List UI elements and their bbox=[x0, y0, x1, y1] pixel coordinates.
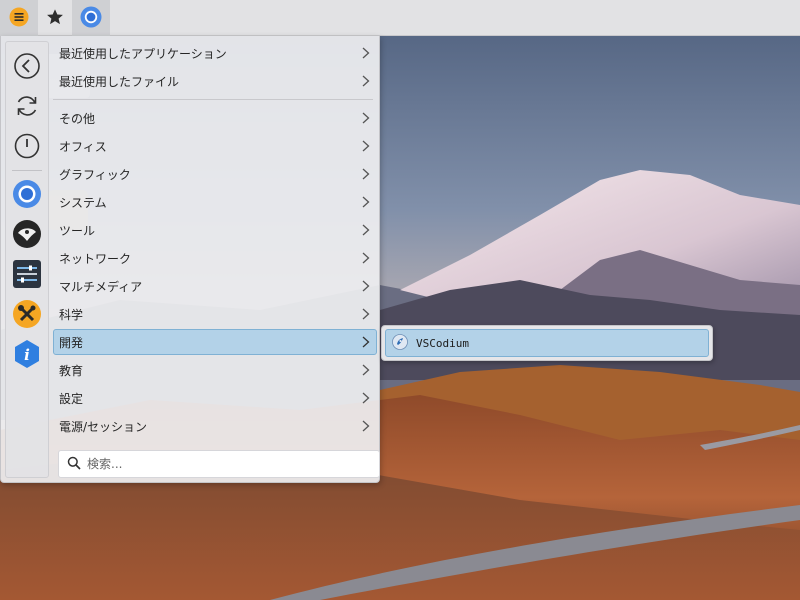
chromium-icon bbox=[80, 6, 102, 31]
menu-item-recent-apps[interactable]: 最近使用したアプリケーション bbox=[53, 40, 377, 66]
chevron-right-icon bbox=[356, 304, 376, 324]
menu-item-label: ネットワーク bbox=[59, 251, 132, 266]
menu-item-label: 科学 bbox=[59, 307, 84, 322]
chevron-right-icon bbox=[356, 43, 376, 63]
menu-item-label: システム bbox=[59, 195, 107, 210]
back-button[interactable] bbox=[12, 52, 42, 82]
menu-item-science[interactable]: 科学 bbox=[53, 301, 377, 327]
menu-divider bbox=[53, 99, 373, 100]
favorite-tools[interactable] bbox=[12, 299, 42, 332]
menu-item-network[interactable]: ネットワーク bbox=[53, 245, 377, 271]
menu-item-label: 電源/セッション bbox=[59, 419, 148, 434]
back-arrow-icon bbox=[13, 52, 41, 83]
menu-item-tools[interactable]: ツール bbox=[53, 217, 377, 243]
menu-item-education[interactable]: 教育 bbox=[53, 357, 377, 383]
menu-item-label: 教育 bbox=[59, 363, 84, 378]
menu-item-label: 最近使用したファイル bbox=[59, 74, 180, 89]
favorites-sidebar: i bbox=[5, 41, 49, 478]
menu-item-system[interactable]: システム bbox=[53, 189, 377, 215]
chevron-right-icon bbox=[356, 192, 376, 212]
favorite-control-panel[interactable] bbox=[12, 259, 42, 292]
wrench-tools-icon bbox=[12, 299, 42, 332]
menu-item-office[interactable]: オフィス bbox=[53, 133, 377, 159]
power-icon bbox=[13, 132, 41, 163]
chevron-right-icon bbox=[356, 332, 376, 352]
development-submenu: VSCodium bbox=[381, 325, 713, 361]
vscodium-icon bbox=[392, 333, 408, 353]
chevron-right-icon bbox=[356, 248, 376, 268]
menu-item-label: ツール bbox=[59, 223, 96, 238]
chevron-right-icon bbox=[356, 164, 376, 184]
menu-item-settings[interactable]: 設定 bbox=[53, 385, 377, 411]
snowflake-icon bbox=[12, 219, 42, 252]
menu-item-recent-files[interactable]: 最近使用したファイル bbox=[53, 68, 377, 94]
favorites-button[interactable] bbox=[36, 0, 74, 36]
chevron-right-icon bbox=[356, 360, 376, 380]
search-icon bbox=[67, 456, 81, 473]
chevron-right-icon bbox=[356, 220, 376, 240]
application-menu: i 最近使用したアプリケーション 最近使用したファイル その他 オフィス グラフ… bbox=[0, 36, 380, 483]
menu-item-development[interactable]: 開発 bbox=[53, 329, 377, 355]
star-icon bbox=[46, 8, 64, 29]
menu-item-graphics[interactable]: グラフィック bbox=[53, 161, 377, 187]
favorite-info[interactable]: i bbox=[12, 339, 42, 372]
chromium-icon bbox=[12, 179, 42, 212]
menu-item-multimedia[interactable]: マルチメディア bbox=[53, 273, 377, 299]
chevron-right-icon bbox=[356, 108, 376, 128]
refresh-button[interactable] bbox=[12, 92, 42, 122]
favorites-divider bbox=[12, 170, 42, 171]
app-menu-icon bbox=[9, 7, 29, 30]
svg-text:i: i bbox=[24, 346, 30, 364]
favorite-snowflake[interactable] bbox=[12, 219, 42, 252]
menu-item-label: 開発 bbox=[59, 335, 84, 350]
power-button[interactable] bbox=[12, 132, 42, 162]
menu-item-label: マルチメディア bbox=[59, 279, 143, 294]
info-icon: i bbox=[12, 339, 42, 372]
taskbar bbox=[0, 0, 800, 36]
menu-item-label: その他 bbox=[59, 111, 96, 126]
submenu-item-label: VSCodium bbox=[416, 336, 469, 350]
submenu-item-vscodium[interactable]: VSCodium bbox=[385, 329, 709, 357]
menu-item-label: 最近使用したアプリケーション bbox=[59, 46, 227, 61]
menu-item-power-session[interactable]: 電源/セッション bbox=[53, 413, 377, 439]
search-input[interactable] bbox=[87, 457, 357, 471]
app-menu-button[interactable] bbox=[0, 0, 38, 36]
menu-item-label: 設定 bbox=[59, 391, 84, 406]
menu-item-other[interactable]: その他 bbox=[53, 105, 377, 131]
refresh-icon bbox=[13, 92, 41, 123]
chevron-right-icon bbox=[356, 416, 376, 436]
taskbar-chromium-button[interactable] bbox=[72, 0, 110, 36]
settings-panel-icon bbox=[12, 259, 42, 292]
chevron-right-icon bbox=[356, 71, 376, 91]
menu-item-label: グラフィック bbox=[59, 167, 131, 182]
chevron-right-icon bbox=[356, 276, 376, 296]
search-box[interactable] bbox=[58, 450, 380, 478]
chevron-right-icon bbox=[356, 388, 376, 408]
chevron-right-icon bbox=[356, 136, 376, 156]
menu-item-label: オフィス bbox=[59, 139, 107, 154]
favorite-chromium[interactable] bbox=[12, 179, 42, 212]
